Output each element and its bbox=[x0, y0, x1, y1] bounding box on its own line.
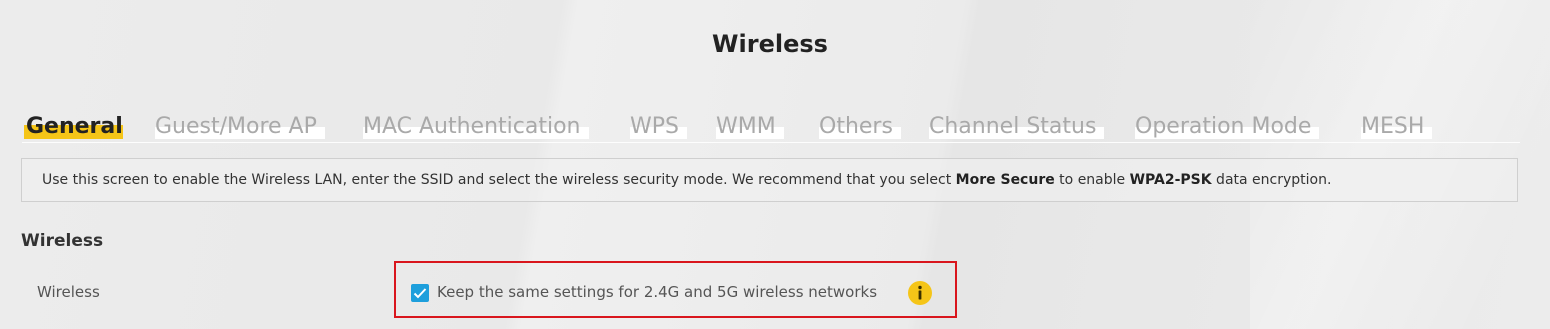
tab-channel-status[interactable]: Channel Status bbox=[929, 112, 1105, 142]
section-heading-wireless: Wireless bbox=[21, 231, 104, 251]
info-icon[interactable] bbox=[908, 281, 932, 305]
tab-bar: General Guest/More AP MAC Authentication… bbox=[22, 112, 1520, 143]
description-box: Use this screen to enable the Wireless L… bbox=[21, 158, 1518, 202]
tab-wps[interactable]: WPS bbox=[630, 112, 687, 142]
description-bold-wpa2-psk: WPA2-PSK bbox=[1129, 172, 1212, 188]
page-title: Wireless bbox=[712, 30, 828, 58]
tab-others[interactable]: Others bbox=[819, 112, 901, 142]
tab-mesh[interactable]: MESH bbox=[1361, 112, 1433, 142]
tab-general[interactable]: General bbox=[24, 112, 123, 142]
description-text: Use this screen to enable the Wireless L… bbox=[42, 172, 1332, 188]
wireless-row-label: Wireless bbox=[37, 283, 100, 301]
same-settings-checkbox[interactable] bbox=[411, 284, 429, 302]
description-bold-more-secure: More Secure bbox=[955, 172, 1055, 188]
tab-operation-mode[interactable]: Operation Mode bbox=[1135, 112, 1320, 142]
tab-mac-authentication[interactable]: MAC Authentication bbox=[363, 112, 589, 142]
same-settings-label: Keep the same settings for 2.4G and 5G w… bbox=[437, 283, 878, 301]
check-icon bbox=[413, 288, 427, 299]
tab-guest-more-ap[interactable]: Guest/More AP bbox=[155, 112, 325, 142]
tab-wmm[interactable]: WMM bbox=[716, 112, 784, 142]
